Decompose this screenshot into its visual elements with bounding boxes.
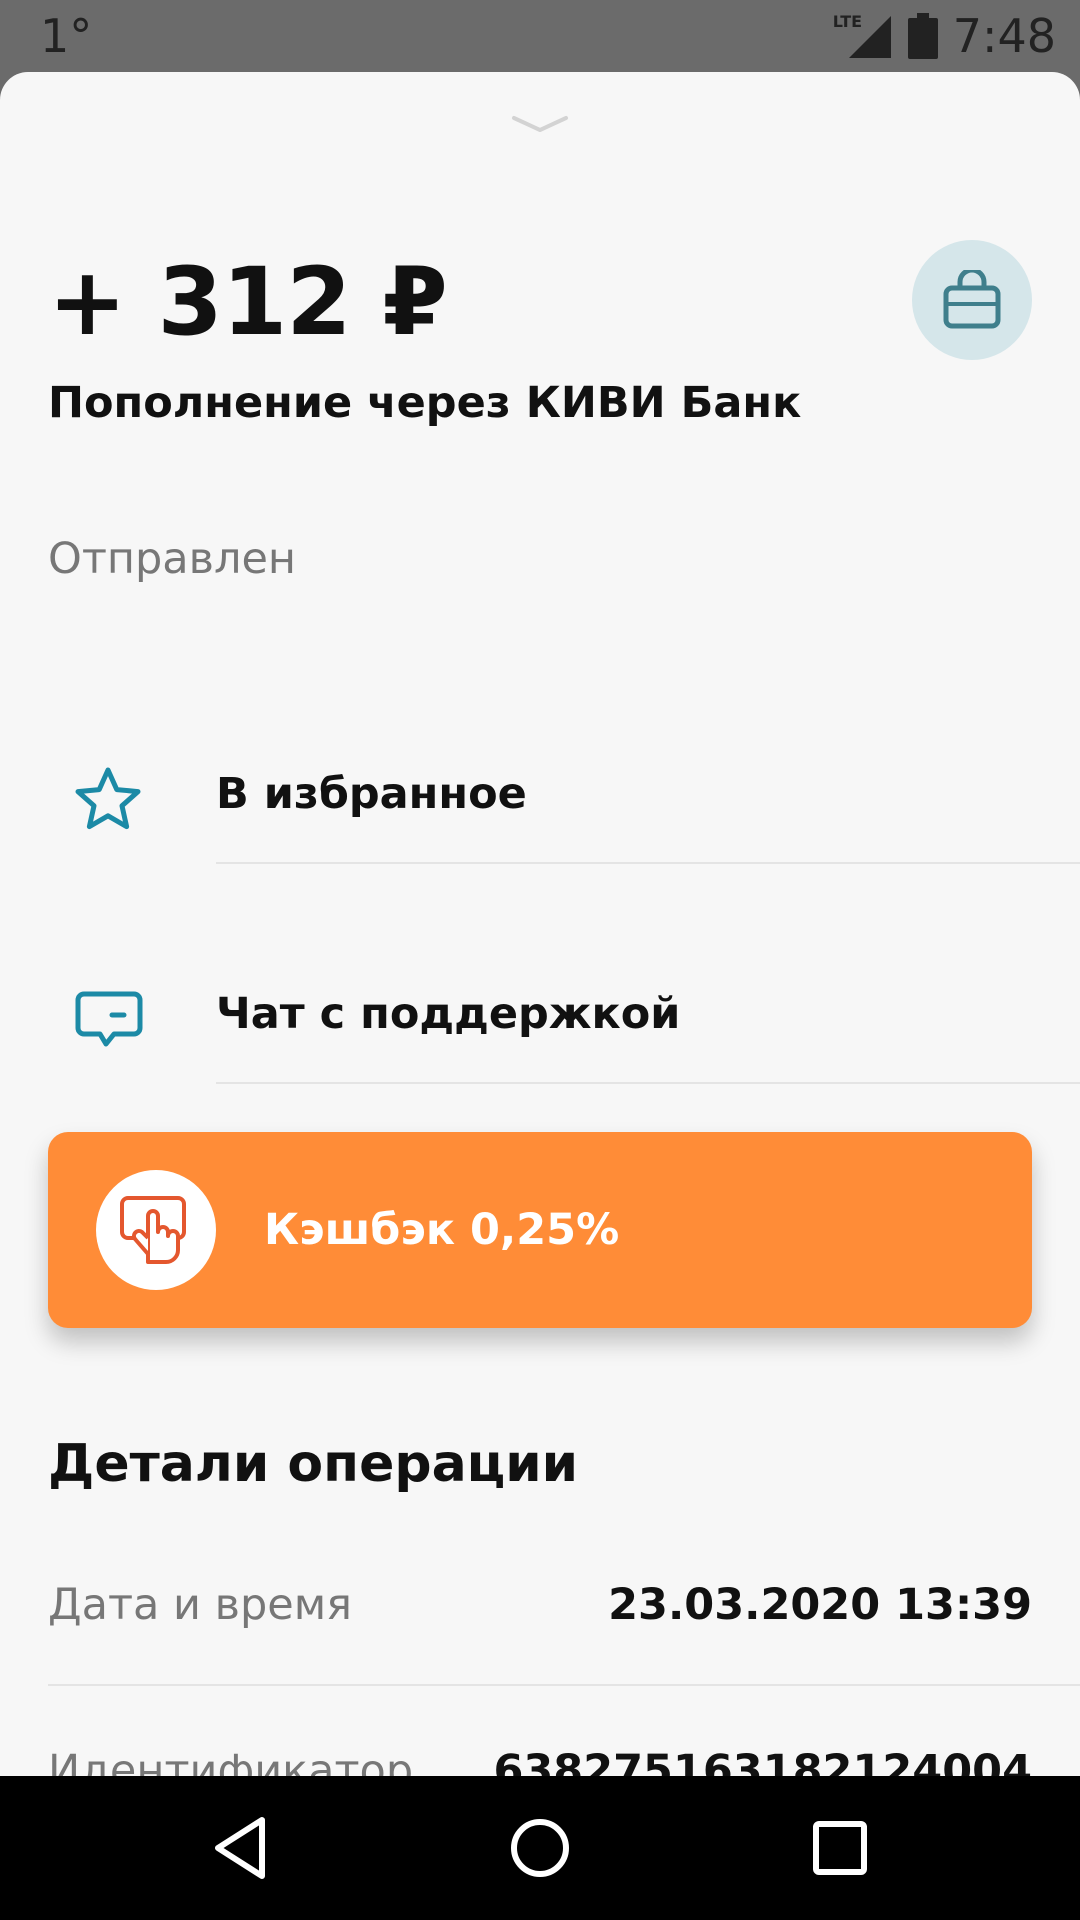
home-icon[interactable] — [504, 1812, 576, 1884]
cashback-icon-badge — [96, 1170, 216, 1290]
detail-row-identifier: Идентификатор 63827516318212400­4 — [48, 1736, 1032, 1776]
add-to-favorites-button[interactable]: В избранное — [0, 704, 1080, 884]
divider — [216, 1082, 1080, 1084]
shopping-bag-icon — [943, 270, 1001, 329]
navigation-bar — [0, 1776, 1080, 1920]
detail-row-datetime: Дата и время 23.03.2020 13:39 — [48, 1570, 1032, 1650]
transaction-title: Пополнение через КИВИ Банк — [48, 378, 802, 428]
detail-value: 23.03.2020 13:39 — [608, 1580, 1032, 1630]
details-title: Детали операции — [48, 1434, 579, 1494]
collapse-chevron-icon[interactable] — [510, 112, 570, 136]
cashback-label: Кэшбэк 0,25% — [264, 1205, 620, 1255]
touch-hand-icon — [120, 1196, 186, 1264]
category-badge — [912, 240, 1032, 360]
favorites-label: В избранное — [216, 769, 527, 819]
back-icon[interactable] — [204, 1812, 276, 1884]
detail-value[interactable]: 63827516318212400­4 — [493, 1736, 1032, 1776]
status-icons: LTE 7:48 — [833, 6, 1056, 66]
chat-bubble-icon — [75, 991, 143, 1047]
recent-apps-icon[interactable] — [804, 1812, 876, 1884]
divider — [48, 1684, 1080, 1686]
detail-label: Идентификатор — [48, 1746, 414, 1776]
divider — [216, 862, 1080, 864]
transaction-amount: + 312 ₽ — [48, 248, 448, 357]
signal-icon: LTE — [833, 12, 893, 60]
support-chat-button[interactable]: Чат с поддержкой — [0, 924, 1080, 1104]
star-icon — [75, 767, 141, 830]
cashback-banner[interactable]: Кэшбэк 0,25% — [48, 1132, 1032, 1328]
transaction-status: Отправлен — [48, 534, 297, 584]
status-bar: 1° LTE 7:48 — [0, 0, 1080, 72]
network-type: LTE — [832, 12, 863, 31]
detail-label: Дата и время — [48, 1580, 353, 1630]
transaction-sheet: + 312 ₽ Пополнение через КИВИ Банк Отпра… — [0, 72, 1080, 1776]
clock: 7:48 — [952, 9, 1056, 63]
screen: 1° LTE 7:48 + 312 ₽ Пополнение через КИВ… — [0, 0, 1080, 1920]
temperature-indicator: 1° — [40, 9, 93, 63]
support-chat-label: Чат с поддержкой — [216, 989, 681, 1039]
battery-icon — [907, 13, 938, 59]
